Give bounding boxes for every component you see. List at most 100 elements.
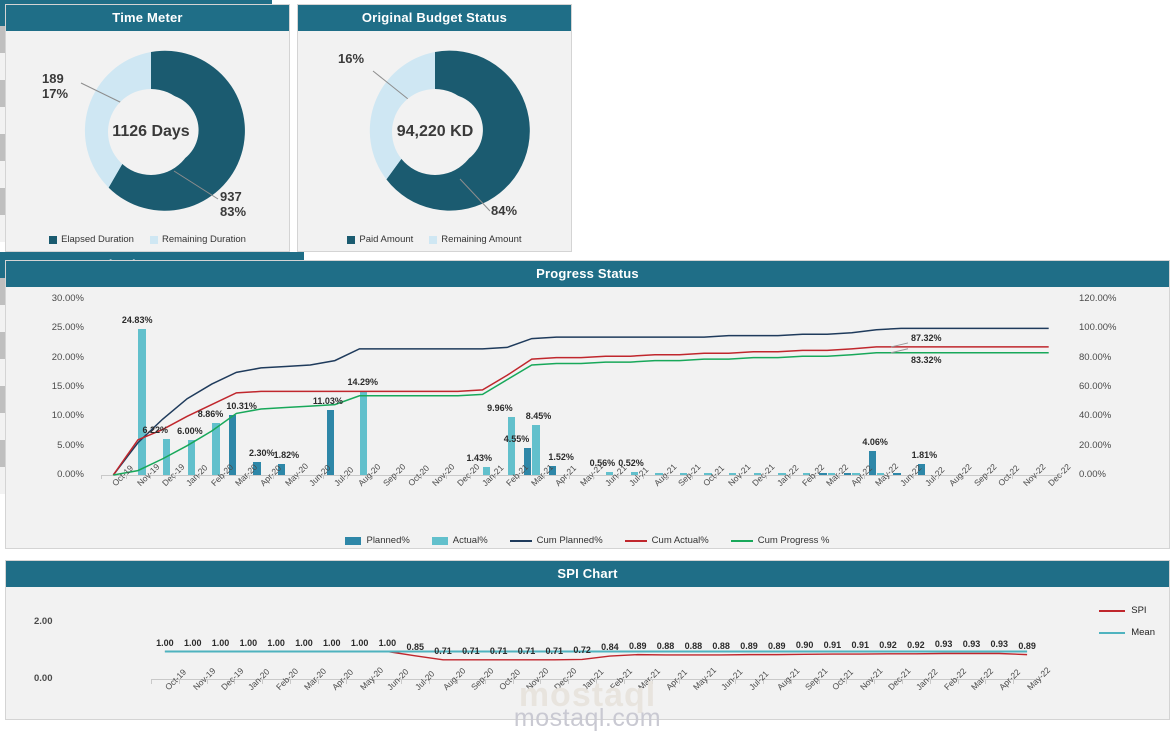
legend-label: SPI: [1131, 605, 1147, 616]
bar-data-label: 1.81%: [911, 450, 938, 461]
spi-point-label: 1.00: [211, 637, 230, 648]
spi-point-label: 0.84: [601, 642, 619, 653]
budget-status-callout-top: 16%: [338, 51, 364, 66]
x-axis-tickmark: [1011, 475, 1013, 479]
bar-data-label: 1.43%: [466, 452, 493, 463]
x-axis-tickmark: [470, 475, 472, 479]
spi-point-label: 1.00: [378, 637, 397, 648]
bar-data-label: 1.52%: [548, 452, 574, 463]
x-axis-tickmark: [273, 475, 275, 479]
spi-point-label: 0.89: [628, 640, 647, 651]
legend-label: Actual%: [452, 535, 488, 546]
x-axis-tickmark: [371, 475, 373, 479]
bar-data-label: 24.83%: [121, 315, 153, 326]
time-meter-elapsed-pct: 83%: [220, 204, 247, 219]
x-axis-tickmark: [765, 475, 767, 479]
spi-point-label: 0.92: [879, 639, 897, 650]
x-axis-tickmark: [494, 475, 496, 479]
spi-legend-item-spi[interactable]: SPI: [1099, 605, 1155, 616]
bar-data-label: 8.45%: [525, 411, 552, 422]
time-meter-elapsed-days: 937: [220, 189, 242, 204]
legend-label: Cum Actual%: [651, 535, 709, 546]
progress-status-panel: Progress Status 0.00% 5.00% 10.00% 15.00% 20…: [5, 260, 1170, 549]
x-axis-tickmark: [937, 475, 939, 479]
x-axis-tickmark: [962, 475, 964, 479]
x-axis-tickmark: [224, 475, 226, 479]
spi-point-label: 1.00: [183, 637, 202, 648]
legend-label: Mean: [1131, 627, 1155, 638]
spi-point-label: 1.00: [295, 637, 313, 648]
bar-data-label: 4.06%: [862, 437, 888, 448]
legend-item-remaining-amount: Remaining Amount: [429, 234, 522, 245]
x-axis-tickmark: [642, 475, 644, 479]
spi-point-label: 0.71: [517, 645, 536, 656]
x-axis-tickmark: [396, 475, 398, 479]
x-axis-tickmark: [297, 475, 299, 479]
bar-data-label: 14.29%: [347, 377, 378, 388]
legend-item-cum-planned-[interactable]: Cum Planned%: [509, 535, 603, 546]
spi-point-label: 0.89: [768, 640, 786, 651]
x-axis-tickmark: [199, 475, 201, 479]
legend-item-cum-progress-[interactable]: Cum Progress %: [730, 535, 830, 546]
spi-point-label: 0.72: [573, 645, 591, 656]
watermark-text: mostaql.com: [513, 704, 662, 732]
x-axis-tickmark: [174, 475, 176, 479]
spi-point-label: 1.00: [350, 637, 369, 648]
legend-swatch-icon: [347, 235, 356, 244]
x-axis-tickmark: [322, 475, 324, 479]
spi-point-label: 0.71: [434, 645, 452, 656]
legend-swatch-icon: [1099, 609, 1126, 612]
bar-data-label: 1.82%: [273, 450, 300, 461]
legend-swatch-icon: [345, 536, 362, 545]
time-meter-center: 1126 Days: [108, 89, 194, 175]
legend-swatch-icon: [429, 235, 438, 244]
x-axis-tickmark: [101, 475, 102, 479]
spi-point-label: 0.93: [962, 639, 981, 650]
x-axis-tickmark: [617, 475, 619, 479]
legend-swatch-icon: [431, 536, 448, 545]
x-axis-tickmark: [347, 475, 349, 479]
bar-data-label: 6.00%: [177, 425, 203, 436]
spi-point-label: 0.89: [1018, 640, 1036, 651]
spi-point-label: 1.00: [239, 637, 258, 648]
legend-label: Paid Amount: [359, 234, 414, 245]
legend-item-actual-[interactable]: Actual%: [431, 535, 488, 546]
spi-point-label: 0.90: [795, 640, 814, 651]
x-axis-tickmark: [888, 475, 890, 479]
time-meter-ring: 1126 Days: [71, 52, 231, 212]
x-axis-tickmark: [593, 475, 595, 479]
time-meter-legend: Elapsed Duration Remaining Duration: [6, 234, 289, 245]
budget-paid-pct: 84%: [491, 203, 518, 218]
legend-swatch-icon: [624, 539, 647, 542]
spi-chart-legend: SPI Mean: [1099, 605, 1155, 649]
x-axis-tickmark: [741, 475, 742, 479]
x-axis-tickmark: [987, 475, 989, 479]
legend-swatch-icon: [1099, 631, 1126, 634]
bar-data-label: 10.31%: [226, 400, 257, 411]
x-axis-tickmark: [544, 475, 546, 479]
time-meter-callout-bottom: 937 83%: [220, 189, 246, 219]
spi-point-label: 0.91: [823, 640, 842, 651]
legend-item-cum-actual-[interactable]: Cum Actual%: [624, 535, 709, 546]
time-meter-remaining-pct: 17%: [42, 86, 69, 101]
legend-item-planned-[interactable]: Planned%: [345, 535, 410, 546]
budget-status-callout-bottom: 84%: [491, 203, 517, 218]
x-axis-tickmark: [839, 475, 841, 479]
legend-item-elapsed-duration: Elapsed Duration: [49, 234, 134, 245]
spi-point-label: 0.85: [406, 641, 424, 652]
spi-legend-item-mean[interactable]: Mean: [1099, 627, 1155, 638]
x-axis-tickmark: [667, 475, 669, 479]
budget-status-center-value: 94,220 KD: [396, 123, 474, 140]
bar-data-label: 83.32%: [911, 354, 942, 365]
legend-swatch-icon: [49, 235, 58, 244]
budget-status-legend: Paid Amount Remaining Amount: [298, 234, 571, 245]
spi-point-label: 1.00: [156, 637, 174, 648]
spi-point-label: 0.71: [489, 645, 508, 656]
bar-data-label: 6.22%: [142, 424, 169, 435]
bar-data-label: 9.96%: [487, 402, 513, 413]
x-axis-tickmark: [519, 475, 521, 479]
spi-point-label: 0.92: [907, 639, 925, 650]
bar-data-label: 11.03%: [312, 396, 343, 407]
spi-point-label: 0.89: [740, 640, 758, 651]
bar-data-label: 2.30%: [249, 447, 275, 458]
